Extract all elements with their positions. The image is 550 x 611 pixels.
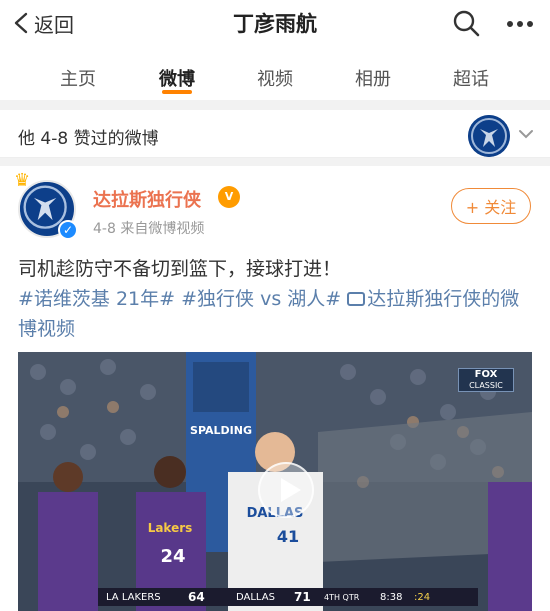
topic-link[interactable]: #独行侠 vs 湖人# [181,288,341,310]
jersey-number: 24 [160,546,185,567]
video-thumbnail[interactable]: SPALDING Lakers 24 DALLAS 41 FOX CLASSIC [18,352,532,611]
more-icon[interactable] [505,11,535,37]
search-icon[interactable] [452,9,480,37]
quarter: 4TH QTR [324,592,360,602]
home-team: DALLAS [236,591,275,603]
post-card: ♛ ✓ 达拉斯独行侠 V 4-8 来自微博视频 + 关注 司机趁防守不备切到篮下… [0,166,550,611]
vip-badge-icon: V [218,186,240,208]
follow-button[interactable]: + 关注 [451,188,531,224]
liked-posts-header[interactable]: 他 4-8 赞过的微博 [0,110,550,158]
home-score: 71 [294,590,311,604]
game-clock: 8:38 [380,591,403,603]
scoreboard: LA LAKERS 64 DALLAS 71 4TH QTR 8:38 :24 [98,588,478,606]
video-icon [347,292,366,306]
author-avatar-wrap[interactable]: ♛ ✓ [14,170,78,240]
tab-weibo[interactable]: 微博 [147,65,207,91]
author-name[interactable]: 达拉斯独行侠 [93,186,201,212]
section-divider [0,158,550,166]
profile-tabs: 主页 微博 视频 相册 超话 [0,48,550,100]
tab-album[interactable]: 相册 [343,65,403,91]
tv-network-logo: FOX CLASSIC [458,368,514,392]
away-score: 64 [188,590,205,604]
tab-supertopic[interactable]: 超话 [441,65,501,91]
post-body: 司机趁防守不备切到篮下，接球打进！ [18,258,342,280]
top-bar: 返回 丁彦雨航 [0,0,550,46]
network-sub: CLASSIC [469,381,503,390]
team-logo-avatar [468,115,510,157]
play-button-icon[interactable] [258,462,314,518]
shot-clock: :24 [414,591,431,603]
mavericks-logo-icon [468,115,510,157]
chevron-down-icon[interactable] [518,128,534,140]
post-meta: 4-8 来自微博视频 [93,221,205,237]
section-divider [0,100,550,110]
away-team: LA LAKERS [106,591,161,603]
topic-link[interactable]: #诺维茨基 21年# [18,288,175,310]
jersey-text: Lakers [148,521,193,535]
crown-icon: ♛ [14,170,31,191]
liked-posts-label: 他 4-8 赞过的微博 [18,129,159,149]
active-tab-indicator [162,90,192,94]
post-text: 司机趁防守不备切到篮下，接球打进！ #诺维茨基 21年# #独行侠 vs 湖人#… [18,254,538,344]
verified-icon: ✓ [58,220,78,240]
jersey-number: 41 [277,527,299,546]
tab-video[interactable]: 视频 [245,65,305,91]
network-name: FOX [474,369,498,380]
tab-home[interactable]: 主页 [48,65,108,91]
banner-text: SPALDING [190,424,252,437]
